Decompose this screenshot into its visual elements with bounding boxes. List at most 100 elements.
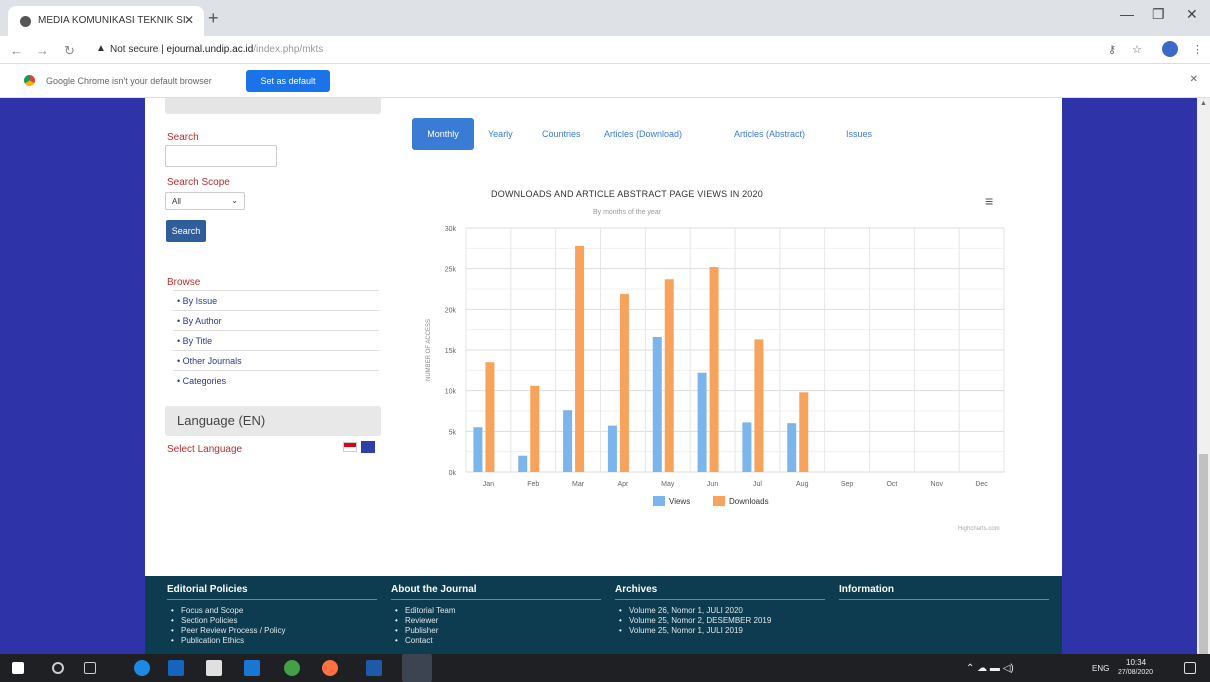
clock-time[interactable]: 10:34 xyxy=(1126,658,1146,667)
close-window-icon[interactable]: ✕ xyxy=(1186,6,1198,23)
minimize-icon[interactable]: — xyxy=(1120,6,1134,22)
footer-link[interactable]: Volume 26, Nomor 1, JULI 2020 xyxy=(615,606,825,616)
search-icon[interactable] xyxy=(52,662,64,674)
browse-list: • By Issue • By Author • By Title • Othe… xyxy=(173,290,379,390)
footer-link[interactable]: Reviewer xyxy=(391,616,601,626)
x-tick-label: Feb xyxy=(527,481,539,488)
bar-views xyxy=(563,410,573,472)
footer-link[interactable]: Peer Review Process / Policy xyxy=(167,626,377,636)
x-tick-label: Oct xyxy=(886,481,897,488)
x-tick-label: Dec xyxy=(975,481,988,488)
footer-link[interactable]: Publication Ethics xyxy=(167,636,377,646)
footer-link[interactable]: Editorial Team xyxy=(391,606,601,616)
close-infobar-icon[interactable]: ✕ xyxy=(1190,74,1198,85)
close-tab-icon[interactable]: ✕ xyxy=(184,13,194,27)
clock-date[interactable]: 27/08/2020 xyxy=(1118,669,1153,676)
url-host: ejournal.undip.ac.id xyxy=(166,44,254,55)
search-label: Search xyxy=(167,132,199,143)
browse-categories[interactable]: • Categories xyxy=(173,370,379,390)
browse-other-journals[interactable]: • Other Journals xyxy=(173,350,379,370)
url-field[interactable]: ▲ Not secure | ejournal.undip.ac.id/inde… xyxy=(94,40,1094,60)
browse-by-issue[interactable]: • By Issue xyxy=(173,290,379,310)
tab-articles-download[interactable]: Articles (Download) xyxy=(604,118,682,150)
bar-downloads xyxy=(799,392,809,472)
search-button[interactable]: Search xyxy=(166,220,206,242)
browser-tab[interactable]: MEDIA KOMUNIKASI TEKNIK SI ✕ xyxy=(8,6,204,36)
file-explorer-icon[interactable] xyxy=(168,660,184,676)
sidebar-header-box xyxy=(165,98,381,114)
bar-downloads xyxy=(664,279,674,472)
browse-by-author[interactable]: • By Author xyxy=(173,310,379,330)
indonesia-flag-icon[interactable] xyxy=(343,442,357,452)
footer-link[interactable]: Contact xyxy=(391,636,601,646)
bar-downloads xyxy=(575,245,585,472)
search-input[interactable] xyxy=(165,145,277,167)
footer-heading: Editorial Policies xyxy=(167,584,377,600)
tab-yearly[interactable]: Yearly xyxy=(488,118,513,150)
mail-icon[interactable] xyxy=(244,660,260,676)
bar-views xyxy=(607,425,617,472)
footer-link[interactable]: Volume 25, Nomor 2, DESEMBER 2019 xyxy=(615,616,825,626)
firefox-icon[interactable] xyxy=(322,660,338,676)
edge-icon[interactable] xyxy=(134,660,150,676)
y-tick-label: 5k xyxy=(449,429,457,436)
tray-icons[interactable]: ⌃ ☁ ▬ ◁) xyxy=(966,663,1014,674)
y-tick-label: 10k xyxy=(445,389,457,396)
x-tick-label: Jul xyxy=(753,481,762,488)
bar-downloads xyxy=(619,293,629,472)
chart-title: DOWNLOADS AND ARTICLE ABSTRACT PAGE VIEW… xyxy=(491,189,763,199)
browse-by-title[interactable]: • By Title xyxy=(173,330,379,350)
default-browser-infobar: Google Chrome isn't your default browser… xyxy=(0,64,1210,98)
footer-link[interactable]: Section Policies xyxy=(167,616,377,626)
tab-articles-abstract[interactable]: Articles (Abstract) xyxy=(734,118,805,150)
task-view-icon[interactable] xyxy=(84,662,96,674)
input-language[interactable]: ENG xyxy=(1092,664,1109,673)
scope-value: All xyxy=(172,197,181,206)
warning-icon: ▲ xyxy=(96,43,106,54)
profile-avatar[interactable] xyxy=(1162,41,1178,57)
bar-views xyxy=(742,422,752,472)
chrome-taskbar-icon[interactable] xyxy=(284,660,300,676)
chevron-down-icon: ⌄ xyxy=(231,196,238,205)
star-icon[interactable]: ☆ xyxy=(1132,43,1142,56)
x-tick-label: Aug xyxy=(796,481,809,488)
set-default-button[interactable]: Set as default xyxy=(246,70,330,92)
scrollbar-thumb[interactable] xyxy=(1199,454,1208,654)
search-scope-select[interactable]: All ⌄ xyxy=(165,192,245,210)
menu-dots-icon[interactable]: ⋮ xyxy=(1192,43,1203,56)
active-app-icon[interactable] xyxy=(402,654,432,682)
maximize-icon[interactable]: ❐ xyxy=(1152,6,1165,23)
notification-icon[interactable] xyxy=(1184,662,1196,674)
footer-link[interactable]: Volume 25, Nomor 1, JULI 2019 xyxy=(615,626,825,636)
tab-countries[interactable]: Countries xyxy=(542,118,581,150)
tab-issues[interactable]: Issues xyxy=(846,118,872,150)
y-axis-label: NUMBER OF ACCESS xyxy=(426,319,432,381)
chart-credits[interactable]: Highcharts.com xyxy=(958,526,1000,532)
store-icon[interactable] xyxy=(206,660,222,676)
legend-swatch xyxy=(653,496,665,506)
bar-downloads xyxy=(485,362,495,472)
back-icon[interactable]: ← xyxy=(10,43,23,58)
tab-monthly[interactable]: Monthly xyxy=(412,118,474,150)
site-favicon xyxy=(20,16,31,27)
chart-menu-icon[interactable]: ≡ xyxy=(985,193,993,209)
bar-downloads xyxy=(709,267,719,472)
footer-information: Information xyxy=(839,584,1049,606)
new-tab-icon[interactable]: + xyxy=(208,8,219,29)
tab-title: MEDIA KOMUNIKASI TEKNIK SI xyxy=(38,15,186,26)
footer-editorial-policies: Editorial Policies Focus and Scope Secti… xyxy=(167,584,377,646)
page-scrollbar[interactable]: ▲ xyxy=(1197,98,1210,654)
address-bar: ← → ↻ ▲ Not secure | ejournal.undip.ac.i… xyxy=(0,36,1210,64)
key-icon[interactable]: ⚷ xyxy=(1108,43,1116,56)
footer-link[interactable]: Focus and Scope xyxy=(167,606,377,616)
footer-heading: Information xyxy=(839,584,1049,600)
uk-flag-icon[interactable] xyxy=(361,441,375,453)
scroll-up-icon[interactable]: ▲ xyxy=(1200,100,1207,107)
footer-link[interactable]: Publisher xyxy=(391,626,601,636)
y-tick-label: 15k xyxy=(445,348,457,355)
y-tick-label: 20k xyxy=(445,307,457,314)
word-icon[interactable] xyxy=(366,660,382,676)
forward-icon[interactable]: → xyxy=(36,43,49,58)
reload-icon[interactable]: ↻ xyxy=(64,43,75,59)
windows-start-icon[interactable] xyxy=(12,662,24,674)
